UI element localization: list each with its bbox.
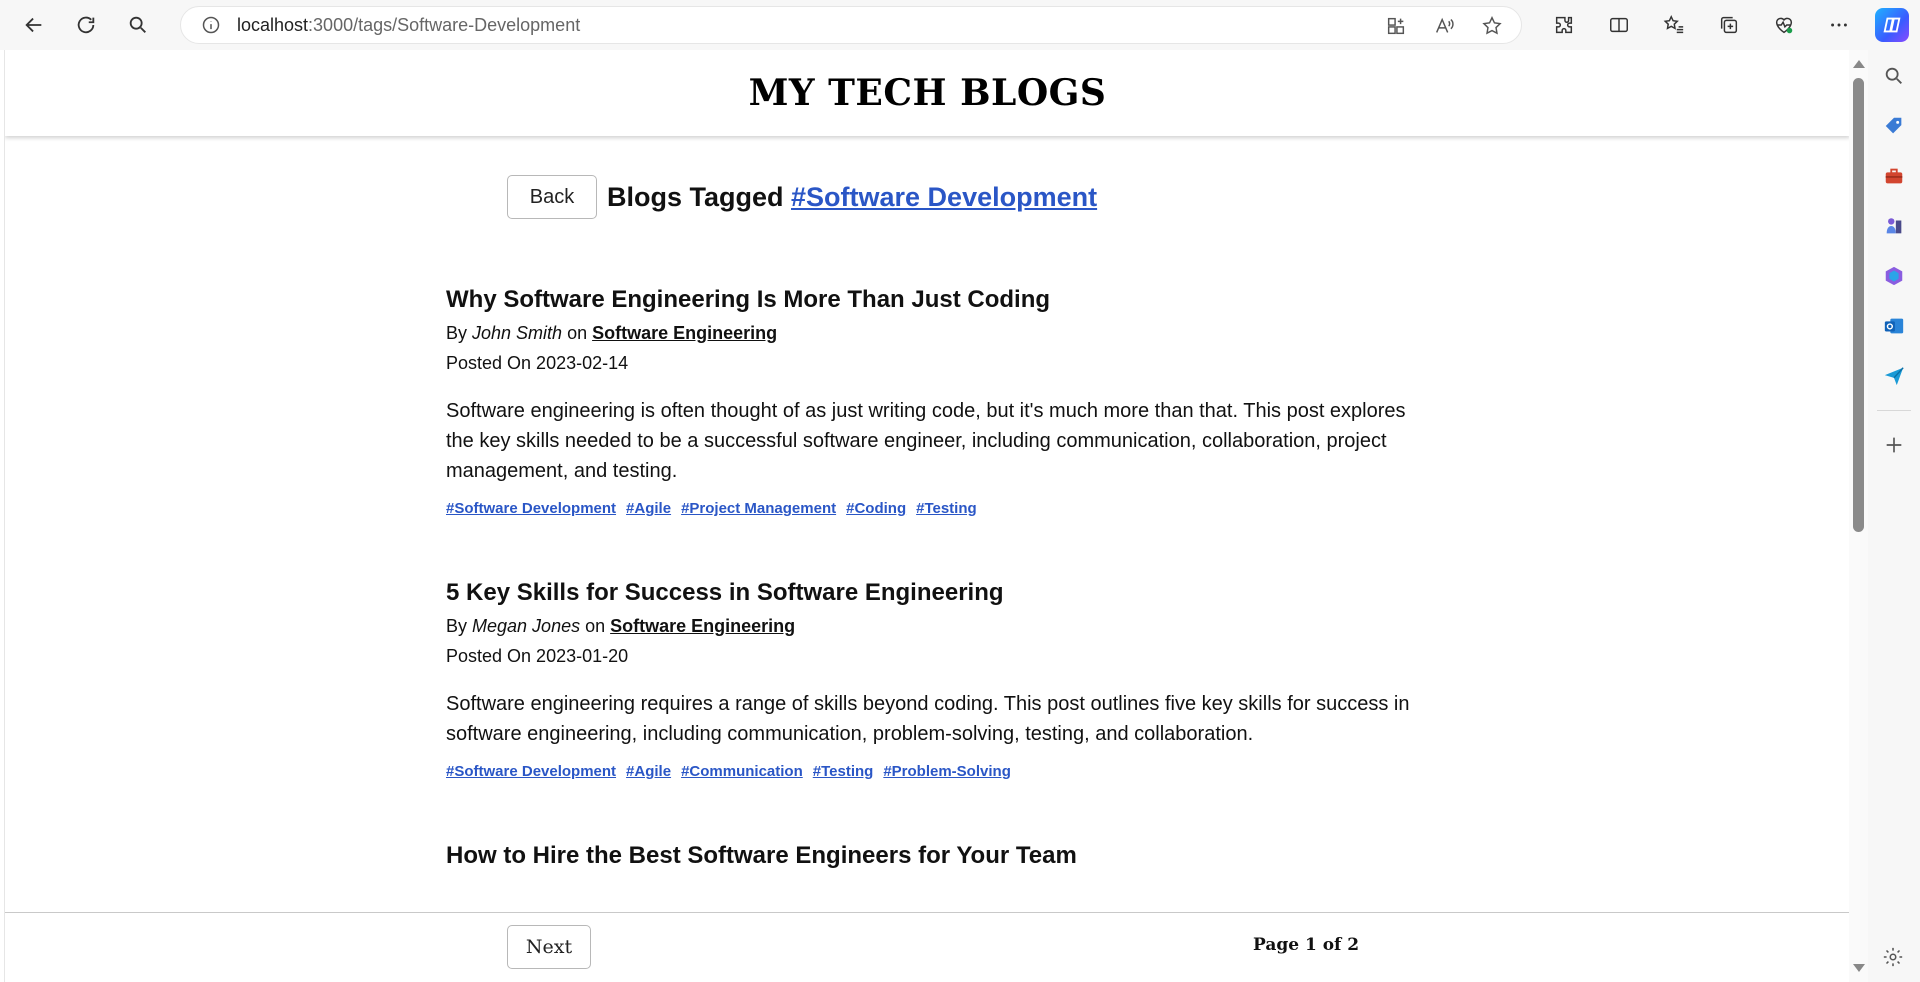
url-text[interactable]: localhost:3000/tags/Software-Development	[237, 15, 580, 36]
address-bar[interactable]: localhost:3000/tags/Software-Development	[180, 6, 1522, 44]
paper-plane-icon	[1884, 367, 1904, 386]
sidebar-divider	[1877, 410, 1911, 411]
sidebar-outlook-button[interactable]	[1882, 314, 1906, 338]
favorite-star-icon[interactable]	[1481, 15, 1503, 37]
sidebar-send-button[interactable]	[1882, 364, 1906, 388]
post-item: 5 Key Skills for Success in Software Eng…	[446, 577, 1416, 780]
back-button[interactable]: Back	[507, 175, 597, 219]
office-icon	[1885, 266, 1903, 286]
post-item: How to Hire the Best Software Engineers …	[446, 840, 1416, 872]
sidebar-m365-button[interactable]	[1882, 264, 1906, 288]
post-tag-link[interactable]: #Coding	[846, 500, 906, 517]
url-path: :3000/tags/Software-Development	[308, 14, 581, 35]
post-tag-link[interactable]: #Testing	[813, 763, 874, 780]
address-actions	[1385, 7, 1503, 45]
collections-icon	[1720, 16, 1737, 34]
outlook-icon	[1884, 318, 1904, 334]
scroll-thumb[interactable]	[1853, 78, 1864, 532]
post-tag-link[interactable]: #Problem-Solving	[883, 763, 1011, 780]
post-author: Megan Jones	[472, 616, 581, 636]
favorites-list-icon	[1663, 15, 1683, 34]
post-by: By	[446, 616, 473, 636]
sidebar-settings-button[interactable]	[1882, 946, 1906, 970]
search-button[interactable]	[116, 3, 160, 47]
post-excerpt: Software engineering requires a range of…	[446, 693, 1410, 745]
puzzle-icon	[1555, 16, 1572, 34]
back-arrow-button[interactable]	[12, 3, 56, 47]
post-title[interactable]: Why Software Engineering Is More Than Ju…	[446, 284, 1416, 316]
post-tag-link[interactable]: #Agile	[626, 500, 671, 517]
post-title[interactable]: 5 Key Skills for Success in Software Eng…	[446, 577, 1416, 609]
post-item: Why Software Engineering Is More Than Ju…	[446, 284, 1416, 517]
post-title[interactable]: How to Hire the Best Software Engineers …	[446, 840, 1416, 872]
search-icon	[129, 16, 146, 33]
app-available-icon[interactable]	[1385, 15, 1407, 37]
post-date: Posted On 2023-02-14	[446, 353, 629, 373]
plus-icon	[1886, 437, 1902, 453]
page-indicator: Page 1 of 2	[1253, 935, 1360, 955]
chess-piece-icon	[1886, 218, 1902, 234]
favorites-button[interactable]	[1646, 0, 1701, 50]
post-tags: #Software Development #Agile #Project Ma…	[446, 500, 1416, 517]
post-by: By	[446, 323, 473, 343]
post-on: on	[562, 323, 593, 343]
post-tag-link[interactable]: #Project Management	[681, 500, 836, 517]
post-meta: By John Smith on Software Engineering	[446, 318, 1416, 348]
sidebar-add-button[interactable]	[1882, 433, 1906, 457]
search-icon	[1885, 67, 1902, 84]
post-category-link[interactable]: Software Engineering	[610, 616, 795, 636]
gear-icon	[1883, 947, 1903, 967]
post-meta: By Megan Jones on Software Engineering	[446, 611, 1416, 641]
post-list: Why Software Engineering Is More Than Ju…	[446, 284, 1416, 872]
post-excerpt: Software engineering is often thought of…	[446, 400, 1406, 482]
browser-essentials-button[interactable]	[1756, 0, 1811, 50]
next-page-button[interactable]: Next	[507, 925, 591, 969]
tag-heading-row: Back Blogs Tagged #Software Development	[507, 175, 1097, 219]
copilot-button[interactable]	[1875, 8, 1909, 42]
post-tag-link[interactable]: #Testing	[916, 500, 977, 517]
split-screen-icon	[1609, 17, 1628, 33]
post-tag-link[interactable]: #Agile	[626, 763, 671, 780]
tag-icon	[1885, 117, 1902, 134]
edge-sidebar	[1868, 50, 1920, 982]
page-viewport: MY TECH BLOGS Back Blogs Tagged #Softwar…	[4, 50, 1849, 982]
collections-button[interactable]	[1701, 0, 1756, 50]
site-title[interactable]: MY TECH BLOGS	[749, 72, 1107, 114]
sidebar-search-button[interactable]	[1882, 64, 1906, 88]
sidebar-tools-button[interactable]	[1882, 164, 1906, 188]
heart-pulse-icon	[1775, 17, 1792, 34]
post-author: John Smith	[472, 323, 563, 343]
post-tag-link[interactable]: #Software Development	[446, 500, 616, 517]
sidebar-shopping-button[interactable]	[1882, 114, 1906, 138]
post-category-link[interactable]: Software Engineering	[592, 323, 777, 343]
post-tag-link[interactable]: #Software Development	[446, 763, 616, 780]
tag-heading-link[interactable]: #Software Development	[791, 182, 1097, 212]
tag-heading: Blogs Tagged #Software Development	[607, 182, 1097, 213]
sidebar-games-button[interactable]	[1882, 214, 1906, 238]
post-tag-link[interactable]: #Communication	[681, 763, 803, 780]
toolbar-right	[1536, 0, 1866, 50]
pagination-bar: Next Page 1 of 2	[5, 912, 1849, 982]
more-menu-button[interactable]	[1811, 0, 1866, 50]
browser-toolbar: localhost:3000/tags/Software-Development	[0, 0, 1920, 50]
read-aloud-icon[interactable]	[1433, 15, 1455, 37]
post-date: Posted On 2023-01-20	[446, 646, 629, 666]
arrow-left-icon	[25, 17, 42, 33]
post-tags: #Software Development #Agile #Communicat…	[446, 763, 1416, 780]
extensions-button[interactable]	[1536, 0, 1591, 50]
more-dots-icon	[1830, 23, 1847, 27]
info-icon[interactable]	[201, 15, 221, 35]
site-header: MY TECH BLOGS	[5, 50, 1849, 136]
copilot-icon	[1883, 17, 1901, 33]
page-scrollbar[interactable]	[1849, 50, 1868, 982]
refresh-button[interactable]	[64, 3, 108, 47]
scroll-down-arrow[interactable]	[1853, 964, 1865, 972]
tag-heading-prefix: Blogs Tagged	[607, 181, 792, 212]
refresh-icon	[77, 16, 95, 34]
split-screen-button[interactable]	[1591, 0, 1646, 50]
post-on: on	[580, 616, 611, 636]
url-host: localhost	[237, 14, 309, 35]
scroll-up-arrow[interactable]	[1853, 60, 1865, 68]
toolbox-icon	[1885, 168, 1903, 184]
